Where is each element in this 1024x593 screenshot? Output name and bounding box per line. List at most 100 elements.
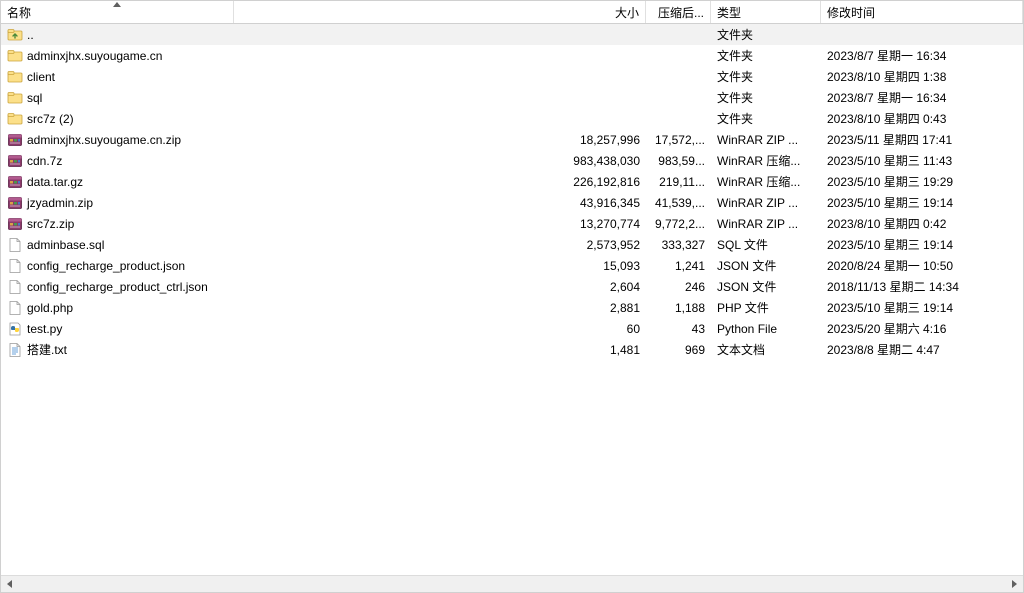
cell-modified: 2023/5/11 星期四 17:41	[821, 131, 1023, 148]
file-name-label: config_recharge_product.json	[27, 259, 185, 273]
archive-icon	[7, 195, 23, 211]
file-row[interactable]: data.tar.gz 226,192,816219,11...WinRAR 压缩…	[1, 171, 1023, 192]
cell-compressed: 983,59...	[646, 154, 711, 168]
file-row[interactable]: src7z.zip13,270,7749,772,2...WinRAR ZIP …	[1, 213, 1023, 234]
cell-compressed: 333,327	[646, 238, 711, 252]
text-icon	[7, 342, 23, 358]
archive-icon	[7, 174, 23, 190]
cell-compressed: 246	[646, 280, 711, 294]
file-row[interactable]: client文件夹2023/8/10 星期四 1:38	[1, 66, 1023, 87]
cell-modified: 2023/8/10 星期四 0:43	[821, 110, 1023, 127]
cell-name: adminbase.sql	[1, 237, 234, 253]
cell-modified: 2018/11/13 星期二 14:34	[821, 278, 1023, 295]
cell-type: WinRAR ZIP ...	[711, 196, 821, 210]
cell-compressed: 17,572,...	[646, 133, 711, 147]
cell-compressed: 1,188	[646, 301, 711, 315]
file-name-label: src7z (2)	[27, 112, 74, 126]
cell-type: JSON 文件	[711, 278, 821, 295]
cell-size: 60	[234, 322, 646, 336]
horizontal-scrollbar[interactable]	[1, 575, 1023, 592]
column-type[interactable]: 类型	[711, 1, 821, 23]
cell-modified: 2023/5/10 星期三 19:14	[821, 299, 1023, 316]
file-icon	[7, 237, 23, 253]
python-icon	[7, 321, 23, 337]
file-row[interactable]: 搭建.txt1,481969文本文档2023/8/8 星期二 4:47	[1, 339, 1023, 360]
folder-icon	[7, 69, 23, 85]
cell-name: sql	[1, 90, 234, 106]
cell-compressed: 1,241	[646, 259, 711, 273]
cell-size: 18,257,996	[234, 133, 646, 147]
cell-size: 2,604	[234, 280, 646, 294]
cell-type: WinRAR 压缩...	[711, 152, 821, 169]
file-name-label: test.py	[27, 322, 62, 336]
scroll-right-button[interactable]	[1006, 576, 1023, 592]
file-name-label: config_recharge_product_ctrl.json	[27, 280, 208, 294]
file-name-label: sql	[27, 91, 42, 105]
cell-compressed: 219,11...	[646, 175, 711, 189]
cell-modified: 2023/5/10 星期三 19:14	[821, 236, 1023, 253]
column-size-label: 大小	[615, 4, 639, 21]
file-row[interactable]: adminxjhx.suyougame.cn 文件夹2023/8/7 星期一 16…	[1, 45, 1023, 66]
cell-name: data.tar.gz	[1, 174, 234, 190]
file-row[interactable]: jzyadmin.zip43,916,34541,539,...WinRAR Z…	[1, 192, 1023, 213]
file-name-label: 搭建.txt	[27, 341, 67, 358]
column-compressed-label: 压缩后...	[658, 4, 704, 21]
file-row[interactable]: cdn.7z983,438,030983,59...WinRAR 压缩...20…	[1, 150, 1023, 171]
file-row[interactable]: test.py 6043Python File2023/5/20 星期六 4:16	[1, 318, 1023, 339]
file-name-label: jzyadmin.zip	[27, 196, 93, 210]
file-name-label: src7z.zip	[27, 217, 74, 231]
cell-modified: 2023/5/10 星期三 19:14	[821, 194, 1023, 211]
cell-modified: 2023/5/10 星期三 19:29	[821, 173, 1023, 190]
sort-ascending-icon	[113, 2, 121, 7]
file-row[interactable]: adminbase.sql 2,573,952333,327SQL 文件2023/…	[1, 234, 1023, 255]
cell-modified: 2023/8/10 星期四 0:42	[821, 215, 1023, 232]
cell-compressed: 41,539,...	[646, 196, 711, 210]
cell-type: WinRAR 压缩...	[711, 173, 821, 190]
cell-name: test.py	[1, 321, 234, 337]
cell-modified: 2023/8/7 星期一 16:34	[821, 89, 1023, 106]
cell-size: 1,481	[234, 343, 646, 357]
cell-modified: 2023/5/20 星期六 4:16	[821, 320, 1023, 337]
column-name[interactable]: 名称	[1, 1, 234, 23]
cell-type: JSON 文件	[711, 257, 821, 274]
cell-name: config_recharge_product_ctrl.json	[1, 279, 234, 295]
cell-modified: 2020/8/24 星期一 10:50	[821, 257, 1023, 274]
file-row[interactable]: src7z (2)文件夹2023/8/10 星期四 0:43	[1, 108, 1023, 129]
cell-modified: 2023/8/8 星期二 4:47	[821, 341, 1023, 358]
scroll-left-button[interactable]	[1, 576, 18, 592]
folder-icon	[7, 48, 23, 64]
cell-type: 文件夹	[711, 68, 821, 85]
file-row[interactable]: ..文件夹	[1, 24, 1023, 45]
file-name-label: data.tar.gz	[27, 175, 83, 189]
cell-size: 2,881	[234, 301, 646, 315]
cell-name: adminxjhx.suyougame.cn.zip	[1, 132, 234, 148]
cell-type: Python File	[711, 322, 821, 336]
file-row[interactable]: gold.php2,8811,188PHP 文件2023/5/10 星期三 19…	[1, 297, 1023, 318]
cell-modified: 2023/8/10 星期四 1:38	[821, 68, 1023, 85]
cell-compressed: 9,772,2...	[646, 217, 711, 231]
cell-type: 文件夹	[711, 47, 821, 64]
cell-name: adminxjhx.suyougame.cn	[1, 48, 234, 64]
file-name-label: ..	[27, 28, 34, 42]
cell-name: cdn.7z	[1, 153, 234, 169]
cell-modified: 2023/8/7 星期一 16:34	[821, 47, 1023, 64]
file-name-label: cdn.7z	[27, 154, 62, 168]
file-list: ..文件夹adminxjhx.suyougame.cn文件夹2023/8/7 星…	[1, 24, 1023, 575]
folder-icon	[7, 90, 23, 106]
column-modified-label: 修改时间	[827, 4, 875, 21]
cell-type: SQL 文件	[711, 236, 821, 253]
file-row[interactable]: adminxjhx.suyougame.cn.zip18,257,99617,5…	[1, 129, 1023, 150]
column-compressed[interactable]: 压缩后...	[646, 1, 711, 23]
file-icon	[7, 300, 23, 316]
cell-compressed: 43	[646, 322, 711, 336]
file-name-label: adminbase.sql	[27, 238, 104, 252]
column-size[interactable]: 大小	[234, 1, 646, 23]
file-row[interactable]: config_recharge_product_ctrl.json 2,60424…	[1, 276, 1023, 297]
cell-size: 2,573,952	[234, 238, 646, 252]
scroll-track[interactable]	[18, 576, 1006, 592]
file-row[interactable]: config_recharge_product.json15,0931,241J…	[1, 255, 1023, 276]
cell-size: 983,438,030	[234, 154, 646, 168]
cell-size: 226,192,816	[234, 175, 646, 189]
column-modified[interactable]: 修改时间	[821, 1, 1023, 23]
file-row[interactable]: sql文件夹2023/8/7 星期一 16:34	[1, 87, 1023, 108]
